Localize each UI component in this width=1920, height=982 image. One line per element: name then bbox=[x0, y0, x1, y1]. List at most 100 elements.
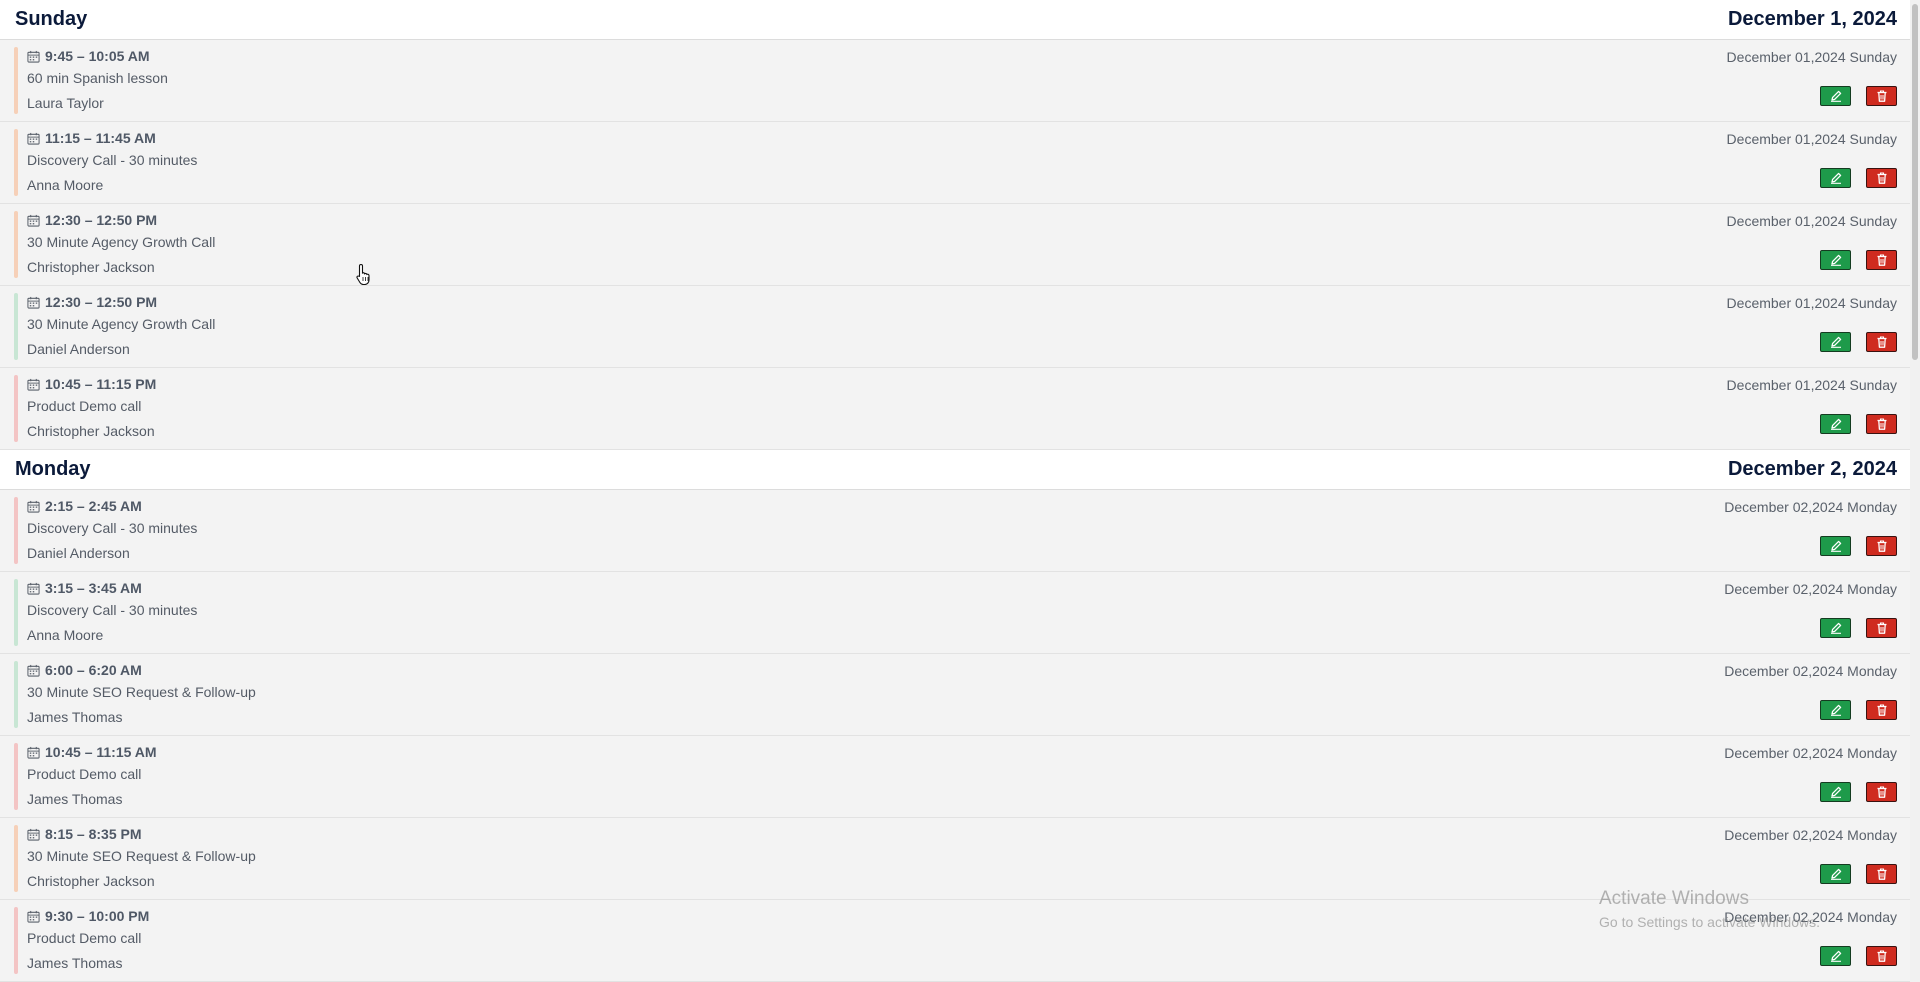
calendar-icon bbox=[27, 50, 40, 63]
event-actions bbox=[1820, 946, 1897, 966]
calendar-icon bbox=[27, 214, 40, 227]
event-title: 30 Minute Agency Growth Call bbox=[27, 316, 216, 332]
event-title: 30 Minute Agency Growth Call bbox=[27, 234, 216, 250]
event-title: Discovery Call - 30 minutes bbox=[27, 602, 198, 618]
event-accent-bar bbox=[14, 497, 18, 564]
event-item[interactable]: 8:15 – 8:35 PM 30 Minute SEO Request & Fo… bbox=[0, 818, 1910, 900]
delete-button[interactable] bbox=[1866, 864, 1897, 884]
event-time: 6:00 – 6:20 AM bbox=[45, 662, 142, 678]
event-accent-bar bbox=[14, 293, 18, 360]
event-item[interactable]: 9:30 – 10:00 PM Product Demo call James Th… bbox=[0, 900, 1910, 982]
trash-icon bbox=[1877, 336, 1886, 348]
pencil-icon bbox=[1830, 336, 1841, 348]
event-item[interactable]: 12:30 – 12:50 PM 30 Minute Agency Growth … bbox=[0, 286, 1910, 368]
event-item[interactable]: 11:15 – 11:45 AM Discovery Call - 30 minu… bbox=[0, 122, 1910, 204]
calendar-icon bbox=[27, 582, 40, 595]
pencil-icon bbox=[1830, 868, 1841, 880]
event-accent-bar bbox=[14, 825, 18, 892]
event-actions bbox=[1820, 86, 1897, 106]
event-person: Anna Moore bbox=[27, 177, 104, 193]
event-time: 12:30 – 12:50 PM bbox=[45, 212, 158, 228]
edit-button[interactable] bbox=[1820, 536, 1851, 556]
edit-button[interactable] bbox=[1820, 864, 1851, 884]
event-actions bbox=[1820, 168, 1897, 188]
pencil-icon bbox=[1830, 172, 1841, 184]
delete-button[interactable] bbox=[1866, 782, 1897, 802]
edit-button[interactable] bbox=[1820, 700, 1851, 720]
trash-icon bbox=[1877, 254, 1886, 266]
day-name: Sunday bbox=[15, 8, 88, 30]
delete-button[interactable] bbox=[1866, 332, 1897, 352]
delete-button[interactable] bbox=[1866, 536, 1897, 556]
event-date-label: December 02,2024 Monday bbox=[1724, 827, 1897, 843]
event-accent-bar bbox=[14, 579, 18, 646]
scrollbar-thumb[interactable] bbox=[1912, 4, 1918, 360]
event-person: Christopher Jackson bbox=[27, 259, 155, 275]
event-title: 30 Minute SEO Request & Follow-up bbox=[27, 848, 256, 864]
event-date-label: December 02,2024 Monday bbox=[1724, 499, 1897, 515]
vertical-scrollbar[interactable] bbox=[1910, 0, 1920, 982]
calendar-icon bbox=[27, 296, 40, 309]
event-person: James Thomas bbox=[27, 709, 123, 725]
event-time: 10:45 – 11:15 PM bbox=[45, 376, 157, 392]
event-title: Product Demo call bbox=[27, 930, 142, 946]
delete-button[interactable] bbox=[1866, 700, 1897, 720]
event-item[interactable]: 12:30 – 12:50 PM 30 Minute Agency Growth … bbox=[0, 204, 1910, 286]
pencil-icon bbox=[1830, 622, 1841, 634]
trash-icon bbox=[1877, 90, 1886, 102]
edit-button[interactable] bbox=[1820, 332, 1851, 352]
delete-button[interactable] bbox=[1866, 618, 1897, 638]
event-date-label: December 01,2024 Sunday bbox=[1726, 295, 1897, 311]
event-accent-bar bbox=[14, 907, 18, 974]
delete-button[interactable] bbox=[1866, 86, 1897, 106]
edit-button[interactable] bbox=[1820, 86, 1851, 106]
day-header-monday: Monday December 2, 2024 bbox=[0, 450, 1910, 490]
event-time: 12:30 – 12:50 PM bbox=[45, 294, 158, 310]
event-date-label: December 01,2024 Sunday bbox=[1726, 131, 1897, 147]
event-item[interactable]: 2:15 – 2:45 AM Discovery Call - 30 minute… bbox=[0, 490, 1910, 572]
calendar-icon bbox=[27, 828, 40, 841]
event-actions bbox=[1820, 864, 1897, 884]
event-list: Sunday December 1, 2024 9:45 – 10:05 AM 60 … bbox=[0, 0, 1910, 982]
event-person: James Thomas bbox=[27, 955, 123, 971]
event-accent-bar bbox=[14, 375, 18, 442]
event-time-row: 12:30 – 12:50 PM bbox=[27, 294, 157, 310]
edit-button[interactable] bbox=[1820, 250, 1851, 270]
calendar-icon bbox=[27, 132, 40, 145]
event-accent-bar bbox=[14, 47, 18, 114]
pencil-icon bbox=[1830, 90, 1841, 102]
event-item[interactable]: 6:00 – 6:20 AM 30 Minute SEO Request & Fo… bbox=[0, 654, 1910, 736]
edit-button[interactable] bbox=[1820, 618, 1851, 638]
event-time-row: 10:45 – 11:15 PM bbox=[27, 376, 156, 392]
event-time-row: 6:00 – 6:20 AM bbox=[27, 662, 142, 678]
event-person: Daniel Anderson bbox=[27, 341, 130, 357]
event-time: 10:45 – 11:15 AM bbox=[45, 744, 157, 760]
edit-button[interactable] bbox=[1820, 414, 1851, 434]
edit-button[interactable] bbox=[1820, 946, 1851, 966]
event-person: Daniel Anderson bbox=[27, 545, 130, 561]
delete-button[interactable] bbox=[1866, 250, 1897, 270]
event-item[interactable]: 10:45 – 11:15 AM Product Demo call James T… bbox=[0, 736, 1910, 818]
event-person: Laura Taylor bbox=[27, 95, 104, 111]
edit-button[interactable] bbox=[1820, 168, 1851, 188]
event-item[interactable]: 10:45 – 11:15 PM Product Demo call Christo… bbox=[0, 368, 1910, 450]
trash-icon bbox=[1877, 950, 1886, 962]
edit-button[interactable] bbox=[1820, 782, 1851, 802]
event-person: James Thomas bbox=[27, 791, 123, 807]
event-actions bbox=[1820, 250, 1897, 270]
calendar-icon bbox=[27, 378, 40, 391]
calendar-icon bbox=[27, 746, 40, 759]
event-title: 30 Minute SEO Request & Follow-up bbox=[27, 684, 256, 700]
calendar-icon bbox=[27, 664, 40, 677]
pencil-icon bbox=[1830, 540, 1841, 552]
event-item[interactable]: 9:45 – 10:05 AM 60 min Spanish lesson Laur… bbox=[0, 40, 1910, 122]
event-time: 11:15 – 11:45 AM bbox=[45, 130, 156, 146]
event-actions bbox=[1820, 536, 1897, 556]
delete-button[interactable] bbox=[1866, 168, 1897, 188]
event-time-row: 9:45 – 10:05 AM bbox=[27, 48, 150, 64]
event-item[interactable]: 3:15 – 3:45 AM Discovery Call - 30 minute… bbox=[0, 572, 1910, 654]
event-title: Product Demo call bbox=[27, 766, 142, 782]
event-title: 60 min Spanish lesson bbox=[27, 70, 168, 86]
delete-button[interactable] bbox=[1866, 946, 1897, 966]
delete-button[interactable] bbox=[1866, 414, 1897, 434]
